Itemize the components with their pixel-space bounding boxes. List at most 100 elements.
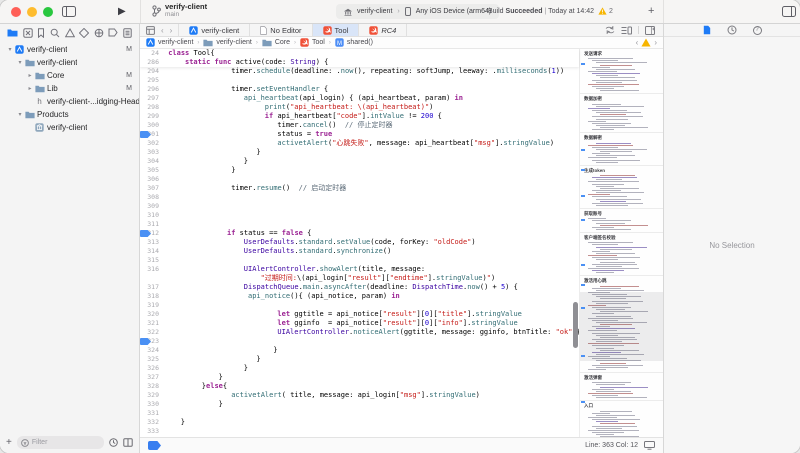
active-scheme-summary[interactable]: verify-client main (152, 2, 207, 19)
line-number[interactable] (140, 274, 164, 283)
line-number[interactable]: 312 (140, 229, 164, 238)
code-line[interactable]: 322UIAlertController.noticeAlert(ggtitle… (140, 328, 579, 337)
filter-field[interactable]: Filter (17, 436, 104, 449)
minimap-viewport[interactable] (580, 292, 663, 361)
code-line[interactable]: 333 (140, 427, 579, 436)
breadcrumb-item-tool[interactable]: Tool (300, 38, 325, 47)
line-number[interactable]: 305 (140, 166, 164, 175)
code-line[interactable]: 328}else{ (140, 382, 579, 391)
breadcrumb-item-core[interactable]: Core (262, 39, 290, 47)
line-number[interactable]: 320 (140, 310, 164, 319)
line-number[interactable]: 309 (140, 202, 164, 211)
line-number[interactable]: 302 (140, 139, 164, 148)
line-number[interactable]: 316 (140, 265, 164, 274)
line-number[interactable]: 325 (140, 355, 164, 364)
line-number[interactable]: 319 (140, 301, 164, 310)
line-number[interactable]: 294 (140, 67, 164, 76)
breakpoint-navigator-icon[interactable] (108, 28, 118, 37)
line-number[interactable]: 303 (140, 148, 164, 157)
editor-options-icon[interactable] (621, 26, 632, 35)
toggle-navigator-icon[interactable] (62, 6, 76, 17)
line-number[interactable]: 324 (140, 346, 164, 355)
code-line[interactable]: 325} (140, 355, 579, 364)
code-line[interactable]: 313UserDefaults.standard.setValue(code, … (140, 238, 579, 247)
test-navigator-icon[interactable] (79, 28, 89, 38)
line-number[interactable]: 306 (140, 175, 164, 184)
line-number[interactable]: 328 (140, 382, 164, 391)
code-line[interactable]: 304} (140, 157, 579, 166)
code-line[interactable]: 329activetAlert( title, message: api_log… (140, 391, 579, 400)
source-code-area[interactable]: 24class Tool{286static func active(code:… (140, 49, 663, 437)
warning-count-badge[interactable]: 2 (598, 7, 613, 15)
code-review-icon[interactable] (605, 26, 615, 34)
tree-item-verify-client[interactable]: ▾verify-clientM (0, 43, 139, 56)
disclosure-triangle[interactable]: ▾ (16, 111, 24, 118)
line-number[interactable]: 326 (140, 364, 164, 373)
code-line[interactable]: 294timer.schedule(deadline: .now(), repe… (140, 67, 579, 76)
history-inspector-icon[interactable] (727, 25, 737, 35)
breadcrumb-item-verify-client[interactable]: verify-client (203, 39, 251, 47)
line-number[interactable]: 308 (140, 193, 164, 202)
related-items-icon[interactable] (146, 26, 155, 35)
go-forward-icon[interactable]: › (170, 26, 173, 35)
code-line[interactable]: 319 (140, 301, 579, 310)
find-navigator-icon[interactable] (50, 28, 60, 38)
code-line[interactable]: "过期时间:\(api_login["result"]["endtime"].s… (140, 274, 579, 283)
activity-status[interactable]: Build Succeeded | Today at 14:42 (488, 8, 594, 15)
code-line[interactable]: 311 (140, 220, 579, 229)
debug-navigator-icon[interactable] (94, 28, 104, 38)
bookmark-navigator-icon[interactable] (37, 28, 45, 38)
code-line[interactable]: 321let gginfo = api_notice["result"][0][… (140, 319, 579, 328)
breadcrumb-item-verify-client[interactable]: verify-client (146, 38, 193, 47)
code-line[interactable]: 317DispatchQueue.main.asyncAfter(deadlin… (140, 283, 579, 292)
line-number[interactable]: 315 (140, 256, 164, 265)
code-line[interactable]: 295 (140, 76, 579, 85)
line-number[interactable]: 304 (140, 157, 164, 166)
code-line[interactable]: 326} (140, 364, 579, 373)
code-line[interactable]: 297api_heartbeat(api_login) { (api_heart… (140, 94, 579, 103)
previous-issue-icon[interactable]: ‹ (636, 38, 639, 47)
go-back-icon[interactable]: ‹ (161, 26, 164, 35)
line-number[interactable]: 296 (140, 85, 164, 94)
code-line[interactable]: 332} (140, 418, 579, 427)
code-line[interactable]: 299if api_heartbeat["code"].intValue != … (140, 112, 579, 121)
sc-status-filter-icon[interactable] (123, 438, 133, 447)
code-line[interactable]: 303} (140, 148, 579, 157)
code-line[interactable]: 306 (140, 175, 579, 184)
code-line[interactable]: 330} (140, 400, 579, 409)
line-number[interactable]: 332 (140, 418, 164, 427)
line-number[interactable]: 330 (140, 400, 164, 409)
line-number[interactable]: 329 (140, 391, 164, 400)
add-item-icon[interactable]: + (6, 437, 12, 448)
code-line[interactable]: 309 (140, 202, 579, 211)
code-line[interactable]: 305} (140, 166, 579, 175)
line-number[interactable]: 317 (140, 283, 164, 292)
disclosure-triangle[interactable]: ▾ (6, 46, 14, 53)
code-line[interactable]: 310 (140, 211, 579, 220)
code-line[interactable]: 320let ggtitle = api_notice["result"][0]… (140, 310, 579, 319)
scheme-selector[interactable]: verify-client › Any iOS Device (arm64) (336, 4, 499, 19)
line-number[interactable]: 331 (140, 409, 164, 418)
code-line[interactable]: 24class Tool{ (140, 49, 579, 58)
line-number[interactable]: 327 (140, 373, 164, 382)
code-line[interactable]: 286static func active(code: String) { (140, 58, 579, 67)
run-button[interactable]: ▶ (118, 6, 126, 17)
line-number[interactable]: 311 (140, 220, 164, 229)
tab-no-editor[interactable]: No Editor (250, 24, 312, 36)
code-line[interactable]: 308 (140, 193, 579, 202)
issue-warning-icon[interactable] (641, 38, 651, 47)
line-number[interactable]: 300 (140, 121, 164, 130)
line-number[interactable]: 299 (140, 112, 164, 121)
code-line[interactable]: 327} (140, 373, 579, 382)
breadcrumb-item-shared-[interactable]: Mshared() (335, 38, 373, 47)
scrollbar-thumb[interactable] (573, 302, 578, 348)
line-number[interactable]: 323 (140, 337, 164, 346)
code-line[interactable]: 316UIAlertController.showAlert(title, me… (140, 265, 579, 274)
line-number[interactable]: 322 (140, 328, 164, 337)
source-control-navigator-icon[interactable] (23, 28, 33, 38)
breakpoints-toggle-icon[interactable] (148, 441, 161, 450)
line-number[interactable]: 310 (140, 211, 164, 220)
line-number[interactable]: 295 (140, 76, 164, 85)
code-line[interactable]: 301status = true (140, 130, 579, 139)
code-line[interactable]: 331 (140, 409, 579, 418)
